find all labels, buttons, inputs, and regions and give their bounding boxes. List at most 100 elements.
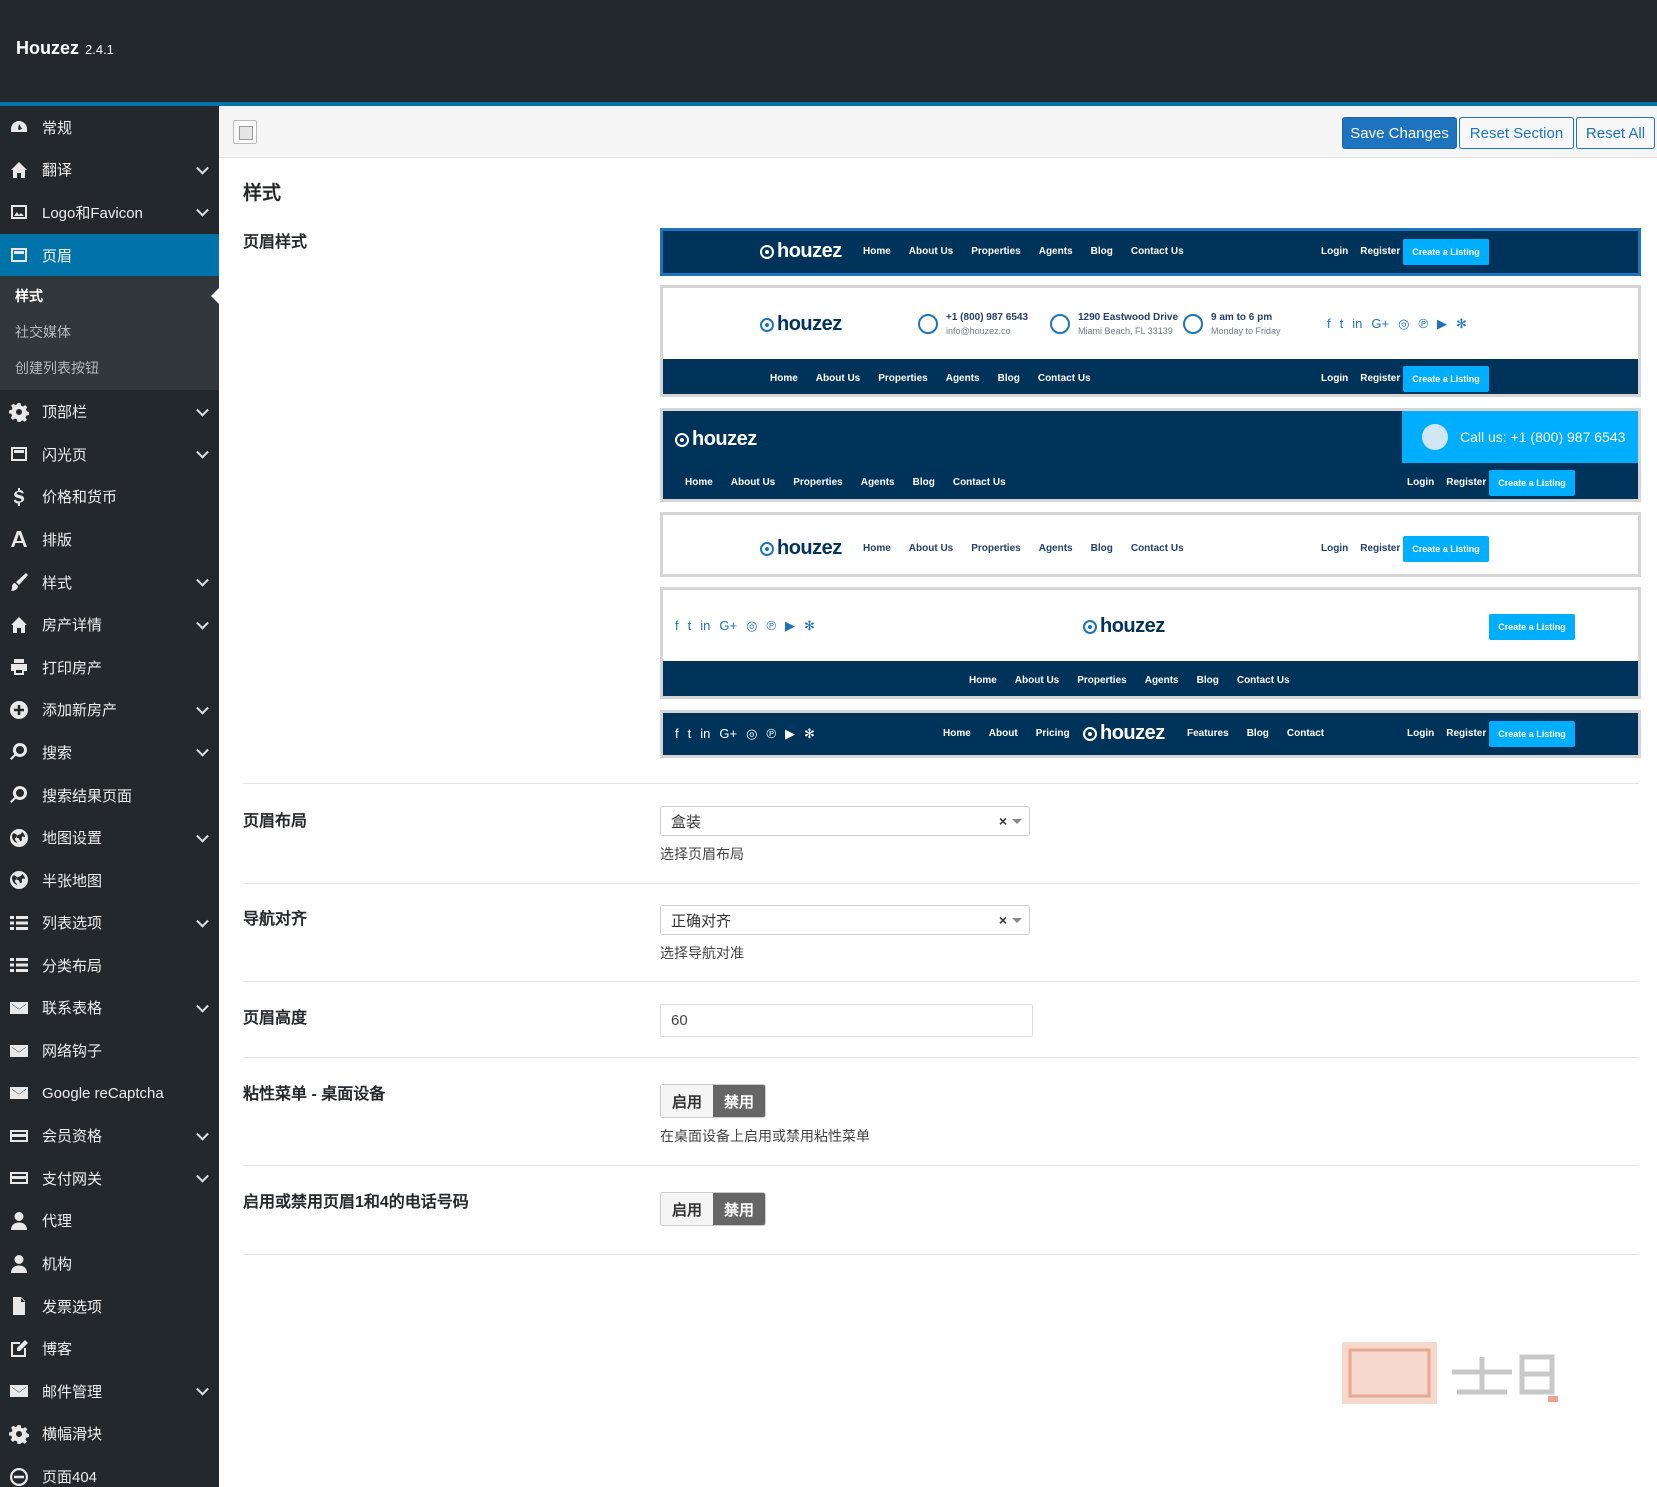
sidebar-item[interactable]: 列表选项: [0, 902, 219, 945]
sidebar-subitem[interactable]: 社交媒体: [0, 314, 219, 350]
sidebar-item[interactable]: 排版: [0, 518, 219, 561]
clear-icon[interactable]: ×: [999, 813, 1007, 829]
sticky-disable-button[interactable]: 禁用: [713, 1085, 765, 1117]
sidebar-item-label: 页面404: [42, 1469, 98, 1487]
dropdown-arrow-icon[interactable]: [1012, 819, 1022, 829]
sidebar-item[interactable]: 常规: [0, 106, 219, 149]
sidebar-item[interactable]: 顶部栏: [0, 390, 219, 433]
instagram-icon: ◎: [746, 726, 758, 741]
phone-toggle-label: 启用或禁用页眉1和4的电话号码: [243, 1194, 469, 1211]
sidebar-subitem[interactable]: 创建列表按钮: [0, 350, 219, 386]
chevron-down-icon[interactable]: [196, 573, 209, 587]
sidebar-item[interactable]: Logo和Favicon: [0, 191, 219, 234]
preview-menu-item: Home: [685, 477, 713, 488]
dropdown-arrow-icon[interactable]: [1012, 918, 1022, 928]
main-panel: Save Changes Reset Section Reset All 样式 …: [219, 106, 1657, 1487]
envelope-icon: [8, 1380, 30, 1402]
header-style-option-5[interactable]: f t in G+ ◎ ℗ ▶ ✻ houzez Create a Listing Home Abou…: [660, 587, 1641, 699]
reset-section-button[interactable]: Reset Section: [1459, 117, 1574, 149]
chevron-down-icon[interactable]: [196, 701, 209, 715]
sidebar-item-label: 会员资格: [42, 1128, 103, 1146]
chevron-down-icon[interactable]: [196, 446, 209, 459]
sidebar-item[interactable]: 博客: [0, 1327, 219, 1370]
linkedin-icon: in: [700, 726, 711, 741]
sidebar-item[interactable]: 半张地图: [0, 859, 219, 902]
pinterest-icon: ℗: [766, 618, 777, 633]
preview-register: Register: [1446, 477, 1487, 488]
googleplus-icon: G+: [719, 726, 738, 741]
sidebar-item[interactable]: 翻译: [0, 149, 219, 192]
reset-all-button[interactable]: Reset All: [1576, 117, 1655, 149]
sidebar-item[interactable]: 样式: [0, 561, 219, 604]
sidebar-item[interactable]: 地图设置: [0, 816, 219, 859]
chevron-down-icon[interactable]: [196, 161, 209, 175]
chevron-down-icon[interactable]: [196, 1383, 209, 1396]
chevron-down-icon[interactable]: [196, 744, 209, 757]
chevron-down-icon[interactable]: [196, 616, 209, 630]
header-style-label: 页眉样式: [243, 234, 308, 251]
sidebar-item[interactable]: 机构: [0, 1242, 219, 1285]
sidebar-item[interactable]: 会员资格: [0, 1114, 219, 1157]
preview-register: Register: [1360, 543, 1401, 554]
chevron-down-icon[interactable]: [196, 914, 209, 928]
sidebar-item-label: 邮件管理: [42, 1383, 103, 1401]
preview-social: f t in G+ ◎ ℗ ▶ ✻: [675, 726, 815, 742]
expand-toggle-icon[interactable]: [233, 120, 257, 144]
sidebar-item[interactable]: 闪光页: [0, 433, 219, 476]
sidebar-item[interactable]: 联系表格: [0, 987, 219, 1030]
header-style-option-2[interactable]: houzez +1 (800) 987 6543 info@houzez.co 129…: [660, 285, 1641, 397]
phone-disable-button[interactable]: 禁用: [713, 1193, 765, 1225]
sidebar-item[interactable]: Google reCaptcha: [0, 1072, 219, 1115]
sidebar-item[interactable]: 价格和货币: [0, 476, 219, 519]
phone-icon: [918, 314, 938, 334]
divider: [243, 1165, 1639, 1166]
chevron-down-icon[interactable]: [196, 1127, 209, 1141]
houzez-logo: houzez: [760, 240, 842, 263]
preview-info-title: 1290 Eastwood Drive: [1078, 312, 1179, 323]
sidebar-item[interactable]: 打印房产: [0, 646, 219, 689]
chevron-down-icon[interactable]: [196, 204, 209, 218]
header-layout-select[interactable]: 盒装 ×: [660, 806, 1030, 836]
clear-icon[interactable]: ×: [999, 912, 1007, 928]
dollar-icon: [8, 486, 30, 508]
header-style-option-3[interactable]: houzez Call us: +1 (800) 987 6543 Home Abou…: [660, 408, 1641, 502]
sidebar-item[interactable]: 搜索结果页面: [0, 774, 219, 817]
preview-auth: Login Register: [1407, 477, 1486, 488]
sidebar-item[interactable]: 添加新房产: [0, 689, 219, 732]
save-changes-button[interactable]: Save Changes: [1342, 117, 1457, 149]
sidebar-item[interactable]: 页眉: [0, 233, 219, 277]
preview-menu-item: About Us: [1014, 675, 1060, 686]
sidebar-subitem[interactable]: 样式: [0, 278, 219, 314]
chevron-down-icon[interactable]: [196, 999, 209, 1013]
gear-icon: [8, 1423, 30, 1445]
preview-menu: Home About Us Properties Agents Blog Contact …: [770, 373, 1091, 384]
preview-menu-item: Properties: [878, 373, 928, 384]
nav-align-select[interactable]: 正确对齐 ×: [660, 905, 1030, 935]
sidebar-item[interactable]: 搜索: [0, 731, 219, 774]
sidebar-item-label: 列表选项: [42, 915, 103, 933]
sticky-enable-button[interactable]: 启用: [661, 1085, 713, 1117]
sidebar-item[interactable]: 支付网关: [0, 1157, 219, 1200]
header-style-option-4[interactable]: houzez Home About Us Properties Agents Blog Co…: [660, 512, 1641, 577]
sidebar-item[interactable]: 邮件管理: [0, 1370, 219, 1413]
header-style-option-6[interactable]: f t in G+ ◎ ℗ ▶ ✻ Home About Pricing houzez Features…: [660, 710, 1641, 758]
sidebar-item[interactable]: 房产详情: [0, 603, 219, 646]
preview-info-sub: info@houzez.co: [946, 326, 1011, 336]
sidebar-item[interactable]: 页面404: [0, 1455, 219, 1487]
header-height-input[interactable]: 60: [660, 1004, 1033, 1037]
preview-info: 9 am to 6 pm Monday to Friday: [1183, 312, 1281, 336]
header-style-option-1[interactable]: houzez Home About Us Properties Agents Blog Co…: [660, 228, 1641, 276]
chevron-down-icon[interactable]: [196, 829, 209, 843]
sidebar-item[interactable]: 分类布局: [0, 944, 219, 987]
sidebar-item-label: 房产详情: [42, 617, 103, 635]
preview-menu-item: Contact Us: [1130, 543, 1184, 554]
sidebar-item-label: 常规: [42, 119, 73, 137]
phone-enable-button[interactable]: 启用: [661, 1193, 713, 1225]
preview-menu-item: Properties: [793, 477, 843, 488]
sidebar-item[interactable]: 网络钩子: [0, 1029, 219, 1072]
sidebar-item[interactable]: 代理: [0, 1200, 219, 1243]
sidebar-item[interactable]: 横幅滑块: [0, 1413, 219, 1456]
sidebar-item[interactable]: 发票选项: [0, 1285, 219, 1328]
chevron-down-icon[interactable]: [196, 403, 209, 417]
chevron-down-icon[interactable]: [196, 1170, 209, 1183]
